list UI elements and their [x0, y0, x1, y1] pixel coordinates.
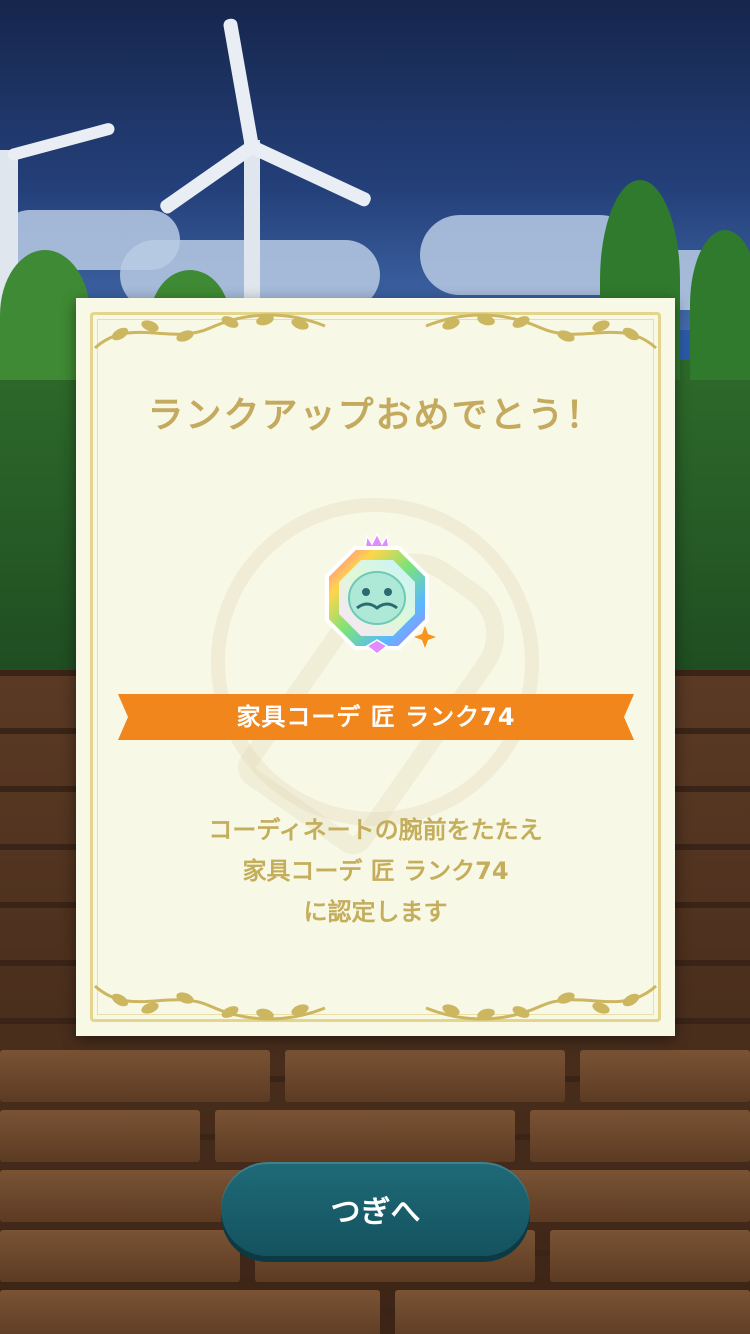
- message-line: 家具コーデ 匠 ランク74: [242, 857, 509, 885]
- vine-ornament-icon: [93, 984, 326, 1021]
- vine-ornament-icon: [425, 313, 658, 350]
- deck-plank: [395, 1290, 750, 1334]
- deck-plank: [0, 1290, 380, 1334]
- deck-plank: [215, 1110, 515, 1162]
- message-line: に認定します: [303, 898, 448, 926]
- deck-plank: [0, 1230, 240, 1282]
- certification-message: コーディネートの腕前をたたえ 家具コーデ 匠 ランク74 に認定します: [76, 810, 675, 933]
- next-button[interactable]: つぎへ: [221, 1162, 530, 1256]
- vine-ornament-icon: [425, 984, 658, 1021]
- deck-plank: [580, 1050, 750, 1102]
- deck-plank: [0, 1050, 270, 1102]
- rank-banner: 家具コーデ 匠 ランク74: [118, 694, 634, 740]
- deck-plank: [550, 1230, 750, 1282]
- deck-plank: [0, 1110, 200, 1162]
- deck-plank: [285, 1050, 565, 1102]
- tree: [690, 230, 750, 380]
- message-line: コーディネートの腕前をたたえ: [208, 816, 543, 844]
- rank-up-dialog: ランクアップおめでとう！ 家具コーデ 匠 ランク74 コーディネートの腕前をたた…: [76, 298, 675, 1036]
- dialog-title: ランクアップおめでとう！: [147, 395, 604, 436]
- deck-plank: [530, 1110, 750, 1162]
- rank-banner-label: 家具コーデ 匠 ランク74: [236, 703, 516, 731]
- rainbow-rank-medal-icon: [325, 532, 436, 655]
- vine-ornament-icon: [93, 313, 326, 350]
